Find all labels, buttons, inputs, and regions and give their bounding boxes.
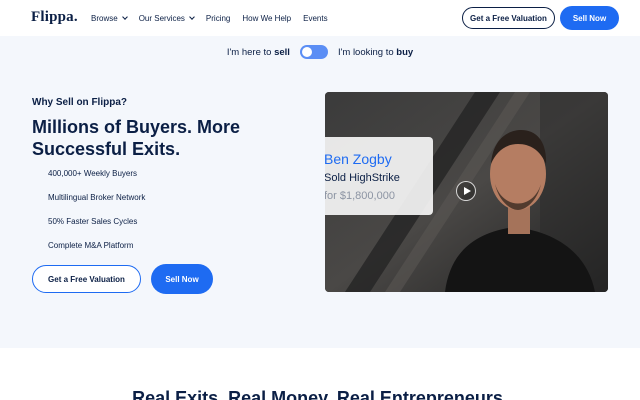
hero-headline: Millions of Buyers. More Successful Exit… — [32, 117, 241, 159]
nav-our-services[interactable]: Our Services — [138, 14, 195, 23]
hero-eyebrow: Why Sell on Flippa? — [32, 97, 127, 108]
nav-events-label: Events — [303, 14, 328, 23]
main-nav: Browse Our Services Pricing How We Help … — [91, 14, 328, 23]
chevron-down-icon — [121, 14, 128, 20]
buy-toggle-label[interactable]: I'm looking to buy — [338, 47, 413, 58]
hero-sell-now-button[interactable]: Sell Now — [151, 264, 213, 294]
nav-browse-label: Browse — [91, 14, 118, 23]
nav-pricing[interactable]: Pricing — [206, 14, 230, 23]
sell-toggle-label[interactable]: I'm here to sell — [227, 47, 290, 58]
nav-browse[interactable]: Browse — [91, 14, 128, 23]
testimonial-price: for $1,800,000 — [325, 190, 395, 202]
testimonial-video[interactable]: Ben Zogby Sold HighStrike for $1,800,000 — [325, 92, 608, 292]
play-icon[interactable] — [456, 181, 476, 201]
feature-item: Complete M&A Platform — [48, 241, 134, 250]
nav-how-we-help-label: How We Help — [242, 14, 292, 23]
buy-word: buy — [396, 46, 414, 58]
flippa-logo[interactable]: Flippa. — [31, 9, 78, 26]
nav-how-we-help[interactable]: How We Help — [242, 14, 291, 23]
feature-list: 400,000+ Weekly Buyers Multilingual Brok… — [48, 169, 145, 265]
feature-item: Multilingual Broker Network — [48, 193, 146, 202]
header-valuation-button[interactable]: Get a Free Valuation — [462, 7, 555, 29]
nav-pricing-label: Pricing — [205, 14, 231, 23]
buy-sell-toggle-row: I'm here to sell I'm looking to buy — [0, 45, 640, 59]
switch-knob — [301, 47, 312, 57]
hero-section: I'm here to sell I'm looking to buy Why … — [0, 36, 640, 348]
section-title: Real Exits. Real Money. Real Entrepreneu… — [132, 388, 508, 400]
hero-valuation-button[interactable]: Get a Free Valuation — [32, 265, 141, 293]
testimonial-sold: Sold HighStrike — [325, 172, 400, 184]
sell-prefix: I'm here to — [226, 46, 272, 58]
feature-item: 400,000+ Weekly Buyers — [48, 169, 138, 178]
nav-our-services-label: Our Services — [138, 14, 185, 23]
feature-item: 50% Faster Sales Cycles — [48, 217, 138, 226]
chevron-down-icon — [189, 14, 195, 20]
top-navbar: Flippa. Browse Our Services Pricing How … — [0, 0, 640, 36]
buy-prefix: I'm looking to — [337, 46, 394, 58]
buy-sell-switch[interactable] — [299, 45, 328, 59]
nav-events[interactable]: Events — [303, 14, 327, 23]
sell-word: sell — [274, 46, 290, 58]
header-sell-now-button[interactable]: Sell Now — [560, 6, 619, 30]
testimonial-name: Ben Zogby — [325, 151, 392, 167]
